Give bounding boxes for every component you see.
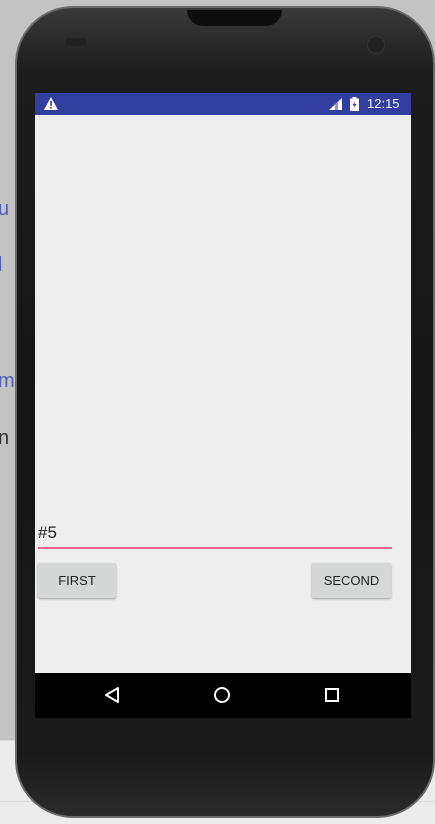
warning-icon bbox=[44, 97, 58, 110]
front-camera bbox=[367, 36, 385, 54]
background-text-fragment: l bbox=[0, 254, 3, 276]
background-text-fragment: m bbox=[0, 370, 15, 392]
text-input-underline bbox=[38, 547, 392, 549]
background-text-fragment: u bbox=[0, 198, 10, 220]
text-input-field[interactable]: #5 bbox=[38, 523, 392, 547]
status-bar: 12:15 bbox=[35, 93, 411, 115]
status-clock: 12:15 bbox=[367, 96, 400, 111]
navigation-bar bbox=[35, 673, 411, 718]
first-button[interactable]: FIRST bbox=[38, 563, 116, 598]
battery-icon bbox=[350, 97, 359, 111]
second-button[interactable]: SECOND bbox=[312, 563, 391, 598]
back-icon[interactable] bbox=[103, 686, 121, 704]
background-text-fragment: n bbox=[0, 427, 10, 449]
home-icon[interactable] bbox=[213, 686, 231, 704]
signal-icon bbox=[329, 98, 342, 110]
device-screen: 12:15 #5 FIRST SECOND bbox=[35, 93, 411, 718]
proximity-sensor bbox=[65, 38, 87, 46]
recents-icon[interactable] bbox=[324, 687, 340, 703]
speaker-grille bbox=[187, 10, 282, 26]
